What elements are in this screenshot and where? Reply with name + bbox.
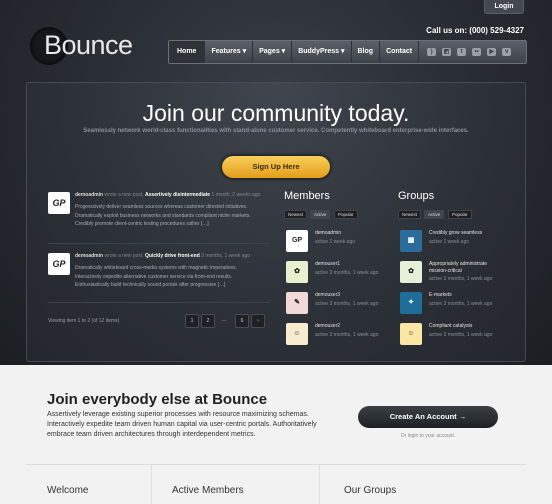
group-active-time: active 3 months, 1 week ago	[429, 276, 493, 282]
avatar[interactable]: ☺	[400, 323, 422, 345]
members-tab-newest[interactable]: Newest	[284, 210, 308, 219]
footer-groups-title: Our Groups	[344, 485, 397, 496]
login-link[interactable]: Or login to your account.	[358, 433, 498, 439]
groups-tab-active[interactable]: Active	[424, 210, 445, 219]
avatar[interactable]: ✦	[400, 292, 422, 314]
excerpt-line: Credibly promote client-centric testing …	[75, 221, 209, 227]
main-nav: Home Features ▾ Pages ▾ BuddyPress ▾ Blo…	[168, 40, 527, 64]
rss-icon[interactable]: )	[427, 48, 437, 56]
members-tab-active[interactable]: Active	[310, 210, 331, 219]
avatar[interactable]: GP	[48, 253, 70, 275]
excerpt-line: Dramatically whiteboard cross-media syst…	[75, 265, 237, 271]
activity-link[interactable]: Quickly drive front-end	[145, 253, 200, 259]
excerpt-line: Dramatically exploit business networks a…	[75, 212, 251, 219]
join-text: Assertively leverage existing superior p…	[47, 411, 317, 438]
page-2-button[interactable]: 2	[201, 314, 215, 328]
activity-time: 3 months, 1 week ago	[201, 253, 251, 259]
footer-welcome-title: Welcome	[47, 485, 89, 496]
nav-buddypress[interactable]: BuddyPress ▾	[292, 41, 352, 63]
phone-number: Call us on: (000) 529-4327	[426, 26, 524, 35]
activity-time: 1 month, 2 weeks ago	[211, 192, 261, 198]
hero-subtitle: Seamlessly network world-class functiona…	[83, 128, 469, 134]
activity-user[interactable]: demoadmin	[75, 192, 103, 198]
nav-pages[interactable]: Pages ▾	[253, 41, 293, 63]
hero-title: Join our community today.	[142, 100, 410, 126]
member-active-time: active 1 week ago	[315, 239, 356, 245]
create-account-button[interactable]: Create An Account →	[358, 406, 498, 428]
footer-column-divider	[151, 464, 152, 504]
avatar[interactable]: ☺	[286, 323, 308, 345]
member-active-time: active 3 months, 1 week ago	[315, 301, 379, 307]
member-active-time: active 3 months, 1 week ago	[315, 270, 379, 276]
nav-contact[interactable]: Contact	[380, 41, 420, 63]
avatar[interactable]: ▦	[400, 230, 422, 252]
page-ellipsis: …	[221, 317, 227, 323]
group-active-time: active 3 months, 1 week ago	[429, 332, 493, 338]
activity-action: wrote a new post,	[104, 192, 144, 198]
login-button[interactable]: Login	[484, 0, 524, 14]
join-title: Join everybody else at Bounce	[47, 391, 268, 408]
group-name[interactable]: Compliant catalysts	[429, 323, 472, 329]
next-page-button[interactable]: ›	[251, 314, 265, 328]
activity-action: wrote a new post,	[104, 253, 144, 259]
twitter-icon[interactable]: t	[457, 48, 467, 56]
activity-excerpt: Progressively deliver seamless sources w…	[75, 203, 265, 229]
member-name[interactable]: demouser1	[315, 261, 340, 267]
activity-header: demoadmin wrote a new post, Assertively …	[75, 192, 260, 198]
excerpt-line: Interactively expedite alternative custo…	[75, 273, 233, 280]
excerpt-line: Progressively deliver seamless sources w…	[75, 204, 248, 210]
group-active-time: active 3 months, 1 week ago	[429, 301, 493, 307]
avatar[interactable]: ✎	[286, 292, 308, 314]
divider	[48, 302, 270, 303]
avatar[interactable]: ✿	[400, 261, 422, 283]
members-tab-popular[interactable]: Popular	[334, 210, 358, 219]
excerpt-line: Enthusiastically build technically sound…	[75, 282, 226, 288]
members-title: Members	[284, 190, 330, 202]
group-name[interactable]: Appropriately administrate mission-criti…	[429, 261, 504, 275]
divider	[48, 243, 270, 244]
group-active-time: active 1 week ago	[429, 239, 470, 245]
member-active-time: active 3 months, 1 week ago	[315, 332, 379, 338]
avatar[interactable]: GP	[286, 230, 308, 252]
pagination-count: Viewing item 1 to 2 (of 12 items)	[48, 318, 120, 324]
member-name[interactable]: demouser2	[315, 323, 340, 329]
member-name[interactable]: demouser3	[315, 292, 340, 298]
nav-features[interactable]: Features ▾	[205, 41, 254, 63]
groups-tab-popular[interactable]: Popular	[448, 210, 472, 219]
avatar[interactable]: ✿	[286, 261, 308, 283]
avatar[interactable]: GP	[48, 192, 70, 214]
group-name[interactable]: E-markets	[429, 292, 452, 298]
groups-title: Groups	[398, 190, 435, 202]
delicious-icon[interactable]: ◩	[442, 48, 452, 56]
nav-home[interactable]: Home	[169, 41, 206, 63]
nav-blog[interactable]: Blog	[352, 41, 381, 63]
member-name[interactable]: demoadmin	[315, 230, 341, 236]
footer-members-title: Active Members	[172, 485, 244, 496]
site-logo[interactable]: Bounce	[44, 30, 133, 61]
page-1-button[interactable]: 1	[185, 314, 199, 328]
flickr-icon[interactable]: ••	[472, 48, 482, 56]
groups-tab-newest[interactable]: Newest	[398, 210, 422, 219]
social-icons: ) ◩ t •• ▶ v	[419, 41, 512, 63]
signup-button[interactable]: Sign Up Here	[222, 156, 330, 178]
page-6-button[interactable]: 6	[235, 314, 249, 328]
footer-column-divider	[319, 464, 320, 504]
activity-excerpt: Dramatically whiteboard cross-media syst…	[75, 264, 265, 290]
footer-divider	[26, 464, 526, 465]
group-name[interactable]: Credibly grow seamless	[429, 230, 482, 236]
activity-header: demoadmin wrote a new post, Quickly driv…	[75, 253, 250, 259]
activity-link[interactable]: Assertively disintermediate	[145, 192, 210, 198]
vimeo-icon[interactable]: v	[502, 48, 512, 56]
activity-user[interactable]: demoadmin	[75, 253, 103, 259]
youtube-icon[interactable]: ▶	[487, 48, 497, 56]
